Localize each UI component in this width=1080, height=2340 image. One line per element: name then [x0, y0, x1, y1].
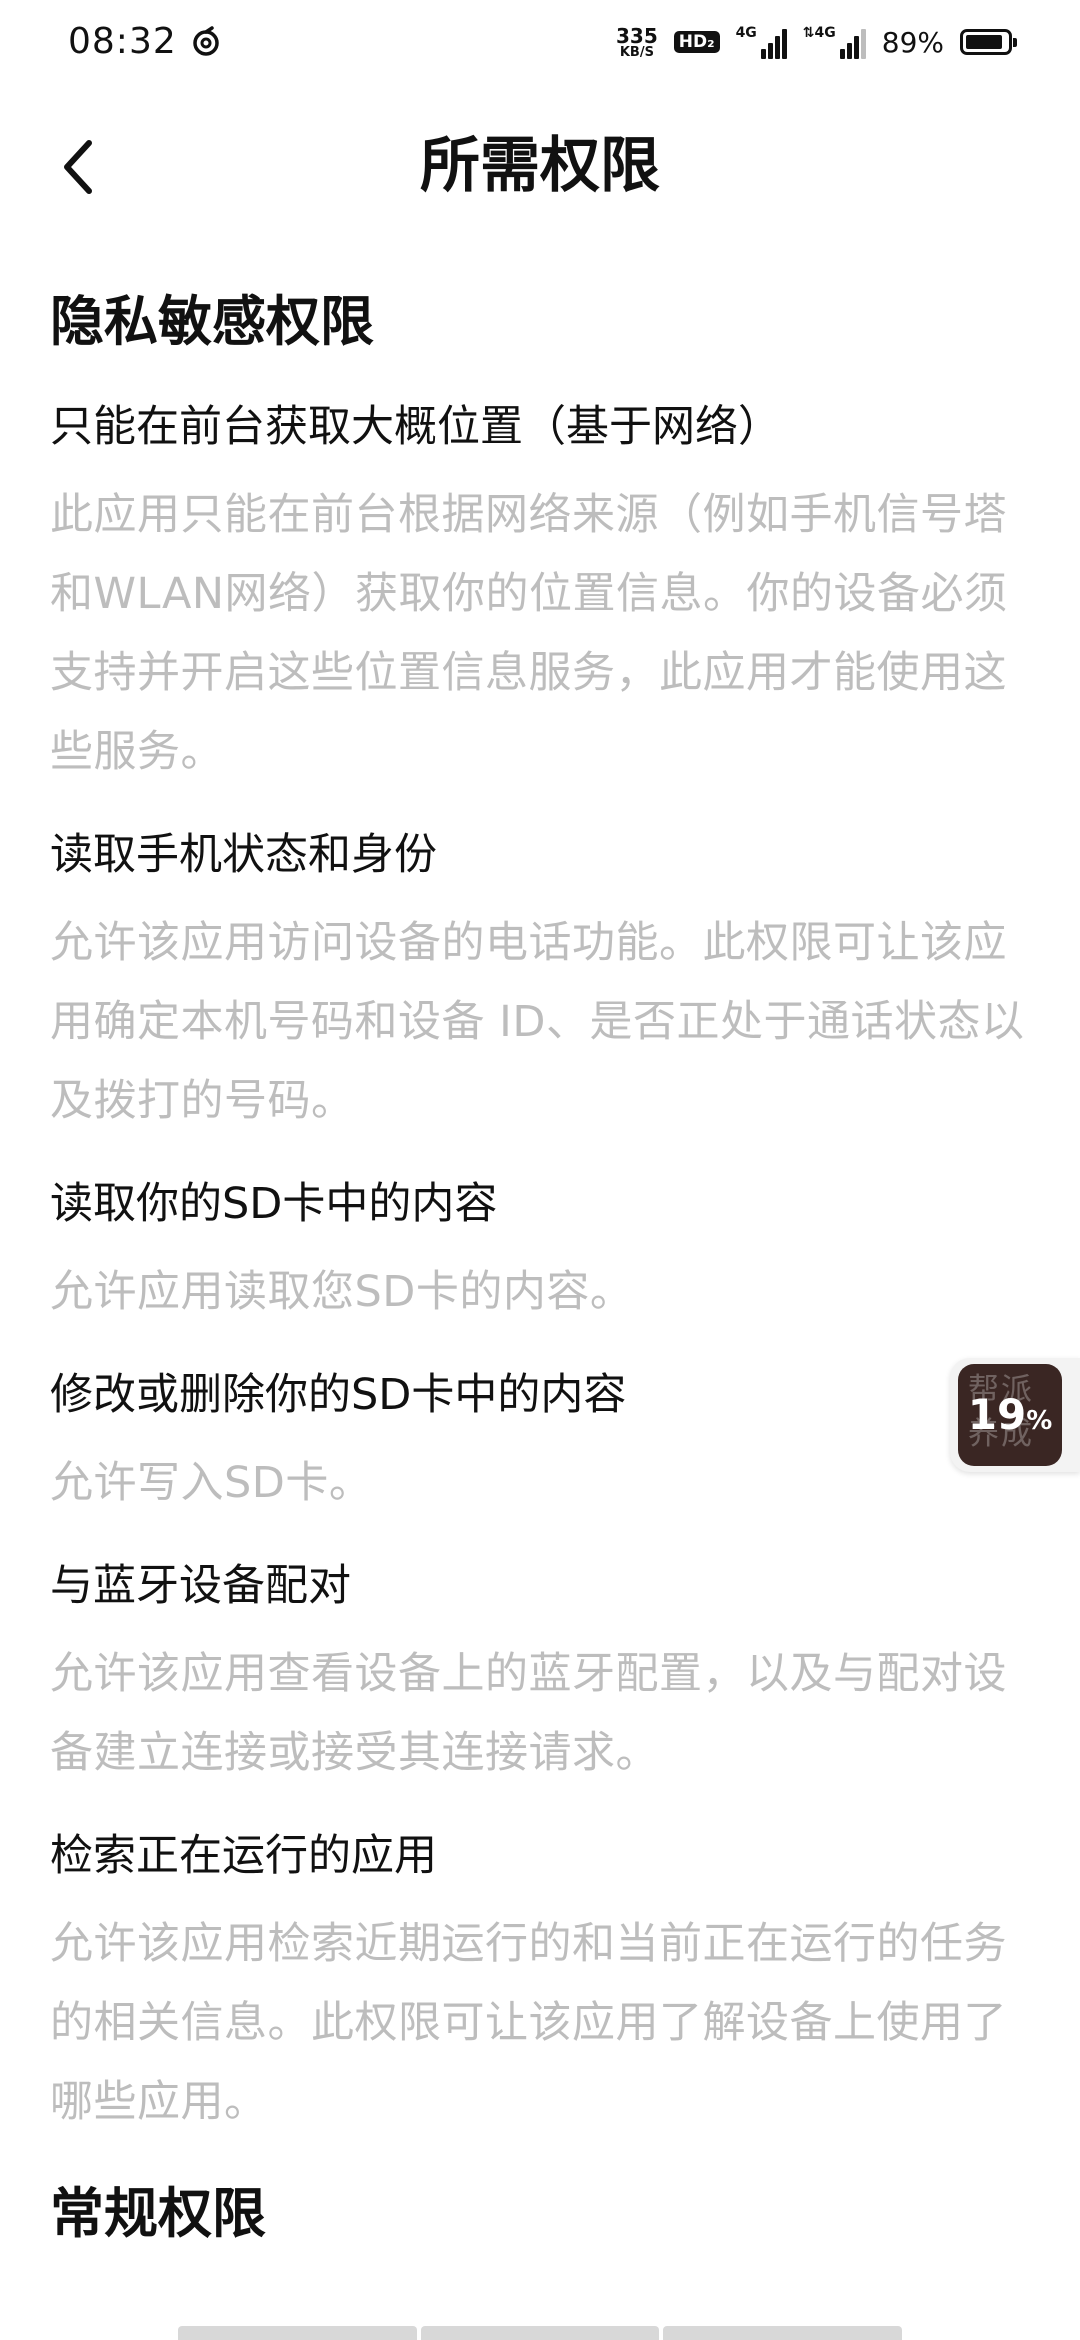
permission-description: 允许应用读取您SD卡的内容。: [50, 1267, 634, 1317]
status-icons: 335 KB/S HD₂ 4G ⇅4G 89%: [616, 20, 1017, 64]
permission-description: 允许该应用查看设备上的蓝牙配置，以及与配对设备建立连接或接受其连接请求。: [50, 1649, 1007, 1778]
permission-description: 允许该应用检索近期运行的和当前正在运行的任务的相关信息。此权限可让该应用了解设备…: [50, 1919, 1007, 2127]
app-header: 所需权限: [0, 110, 1080, 230]
floating-widget-percent-value: 19: [967, 1390, 1027, 1439]
permission-title: 读取手机状态和身份: [50, 830, 437, 880]
signal-1-label: 4G: [735, 25, 757, 41]
permission-title: 只能在前台获取大概位置（基于网络）: [50, 402, 781, 452]
permission-description: 允许写入SD卡。: [50, 1458, 373, 1508]
section-title-general: 常规权限: [50, 2182, 266, 2245]
permission-item: 检索正在运行的应用 允许该应用检索近期运行的和当前正在运行的任务的相关信息。此权…: [50, 1827, 1030, 2142]
status-bar: 08:32 335 KB/S HD₂ 4G ⇅4G 89%: [0, 0, 1080, 84]
permission-item: 只能在前台获取大概位置（基于网络） 此应用只能在前台根据网络来源（例如手机信号塔…: [50, 398, 1030, 792]
bottom-scroll-indicator: [178, 2326, 903, 2340]
floating-widget-percent: 19%: [958, 1390, 1062, 1446]
indicator-segment: [663, 2326, 903, 2340]
permission-description: 此应用只能在前台根据网络来源（例如手机信号塔和WLAN网络）获取你的位置信息。你…: [50, 490, 1008, 777]
permission-item: 修改或删除你的SD卡中的内容 允许写入SD卡。: [50, 1366, 1030, 1523]
permission-title: 与蓝牙设备配对: [50, 1561, 351, 1611]
signal-strength-icon-2: ⇅4G: [803, 25, 866, 59]
battery-percent: 89%: [881, 25, 944, 59]
permission-item: 读取手机状态和身份 允许该应用访问设备的电话功能。此权限可让该应用确定本机号码和…: [50, 826, 1030, 1141]
permission-title: 修改或删除你的SD卡中的内容: [50, 1370, 627, 1420]
network-speed-value: 335: [616, 23, 658, 48]
floating-widget-percent-sign: %: [1026, 1406, 1053, 1436]
permission-item: 与蓝牙设备配对 允许该应用查看设备上的蓝牙配置，以及与配对设备建立连接或接受其连…: [50, 1557, 1030, 1793]
floating-progress-widget[interactable]: 帮派养成 19%: [950, 1358, 1080, 1472]
permission-title: 检索正在运行的应用: [50, 1831, 437, 1881]
page-title: 所需权限: [420, 131, 660, 201]
network-speed: 335 KB/S: [616, 26, 658, 59]
hd-voice-icon: HD₂: [673, 31, 720, 53]
indicator-segment: [420, 2326, 660, 2340]
permission-title: 读取你的SD卡中的内容: [50, 1179, 498, 1229]
signal-2-label: ⇅4G: [802, 25, 836, 41]
notification-swirl-icon: [193, 26, 219, 56]
indicator-segment: [178, 2326, 417, 2340]
permissions-list: 隐私敏感权限 只能在前台获取大概位置（基于网络） 此应用只能在前台根据网络来源（…: [50, 286, 1030, 2290]
section-title-privacy: 隐私敏感权限: [50, 290, 374, 353]
network-speed-unit: KB/S: [619, 44, 654, 60]
signal-strength-icon-1: 4G: [736, 25, 787, 59]
permission-description: 允许该应用访问设备的电话功能。此权限可让该应用确定本机号码和设备 ID、是否正处…: [50, 918, 1025, 1126]
permission-item: 读取你的SD卡中的内容 允许应用读取您SD卡的内容。: [50, 1175, 1030, 1332]
status-time: 08:32: [68, 21, 177, 62]
floating-widget-badge[interactable]: 帮派养成 19%: [958, 1364, 1062, 1466]
battery-icon: [960, 29, 1017, 55]
battery-fill: [966, 35, 1002, 49]
